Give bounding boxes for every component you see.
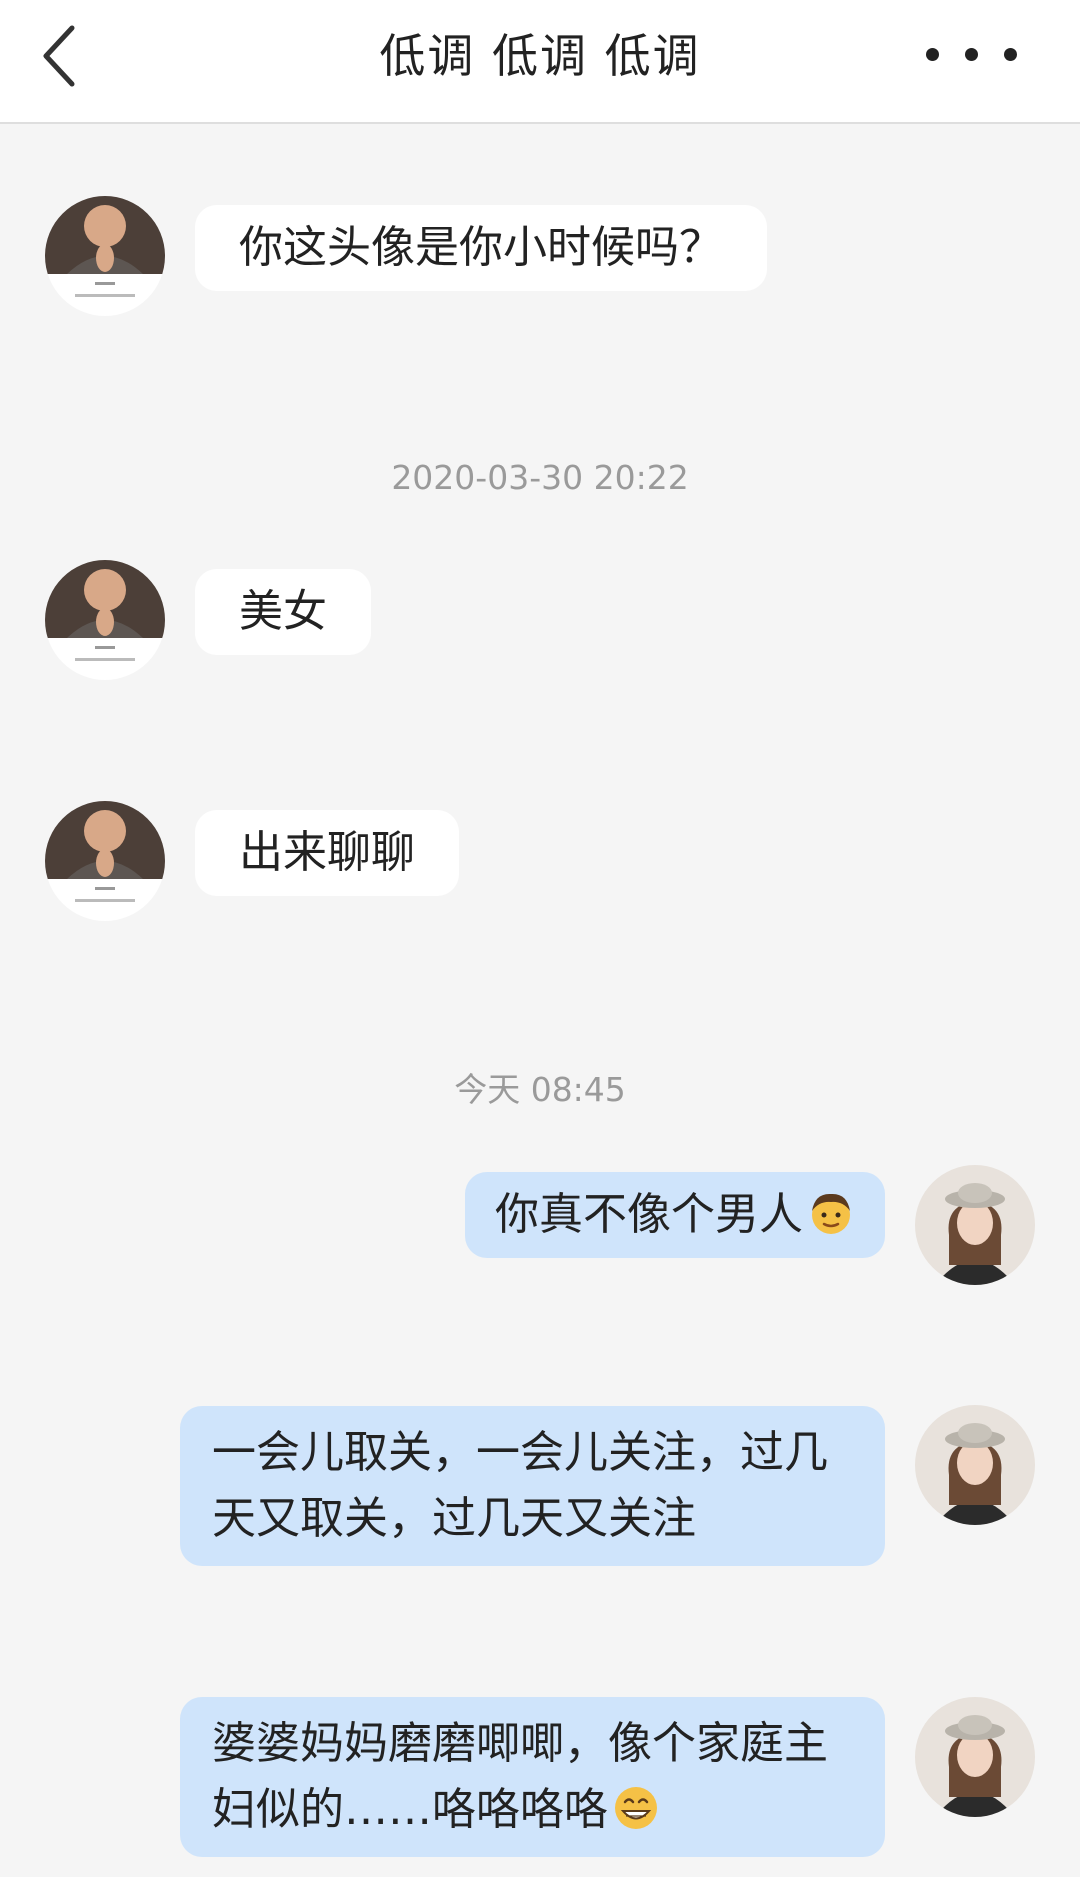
my-avatar-image [915,1405,1035,1525]
message-text: 出来聊聊 [239,827,415,878]
timestamp: 2020-03-30 20:22 [391,458,689,497]
my-avatar-image [915,1165,1035,1285]
contact-avatar-image [45,801,165,921]
my-avatar-image [915,1697,1035,1817]
contact-avatar-image [45,196,165,316]
contact-name-title: 低调 低调 低调 [379,29,701,83]
message-text: 你真不像个男人 [495,1189,803,1240]
message-text: 美女 [239,586,327,637]
grinning-face-emoji [615,1787,657,1829]
message-bubble-received[interactable]: 你这头像是你小时候吗？ [195,205,767,291]
message-text: 一会儿取关，一会儿关注，过几天又取关，过几天又关注 [212,1427,828,1544]
message-bubble-sent[interactable]: 一会儿取关，一会儿关注，过几天又取关，过几天又关注 [180,1406,885,1566]
contact-avatar[interactable] [45,801,165,921]
message-bubble-received[interactable]: 出来聊聊 [195,810,459,896]
my-avatar[interactable] [915,1405,1035,1525]
my-avatar[interactable] [915,1697,1035,1817]
chat-header: 低调 低调 低调 [0,0,1080,124]
message-bubble-sent[interactable]: 婆婆妈妈磨磨唧唧，像个家庭主妇似的……咯咯咯咯 [180,1697,885,1857]
message-text: 你这头像是你小时候吗？ [239,222,723,273]
back-button[interactable] [36,18,106,94]
timestamp: 今天 08:45 [454,1070,626,1109]
message-bubble-sent[interactable]: 你真不像个男人 [465,1172,885,1258]
contact-avatar-image [45,560,165,680]
chevron-left-icon [43,25,75,87]
my-avatar[interactable] [915,1165,1035,1285]
contact-avatar[interactable] [45,196,165,316]
man-face-emoji [812,1193,850,1234]
message-bubble-received[interactable]: 美女 [195,569,371,655]
message-text: 婆婆妈妈磨磨唧唧，像个家庭主妇似的……咯咯咯咯 [212,1718,828,1835]
more-options-button[interactable] [924,22,1034,86]
contact-avatar[interactable] [45,560,165,680]
